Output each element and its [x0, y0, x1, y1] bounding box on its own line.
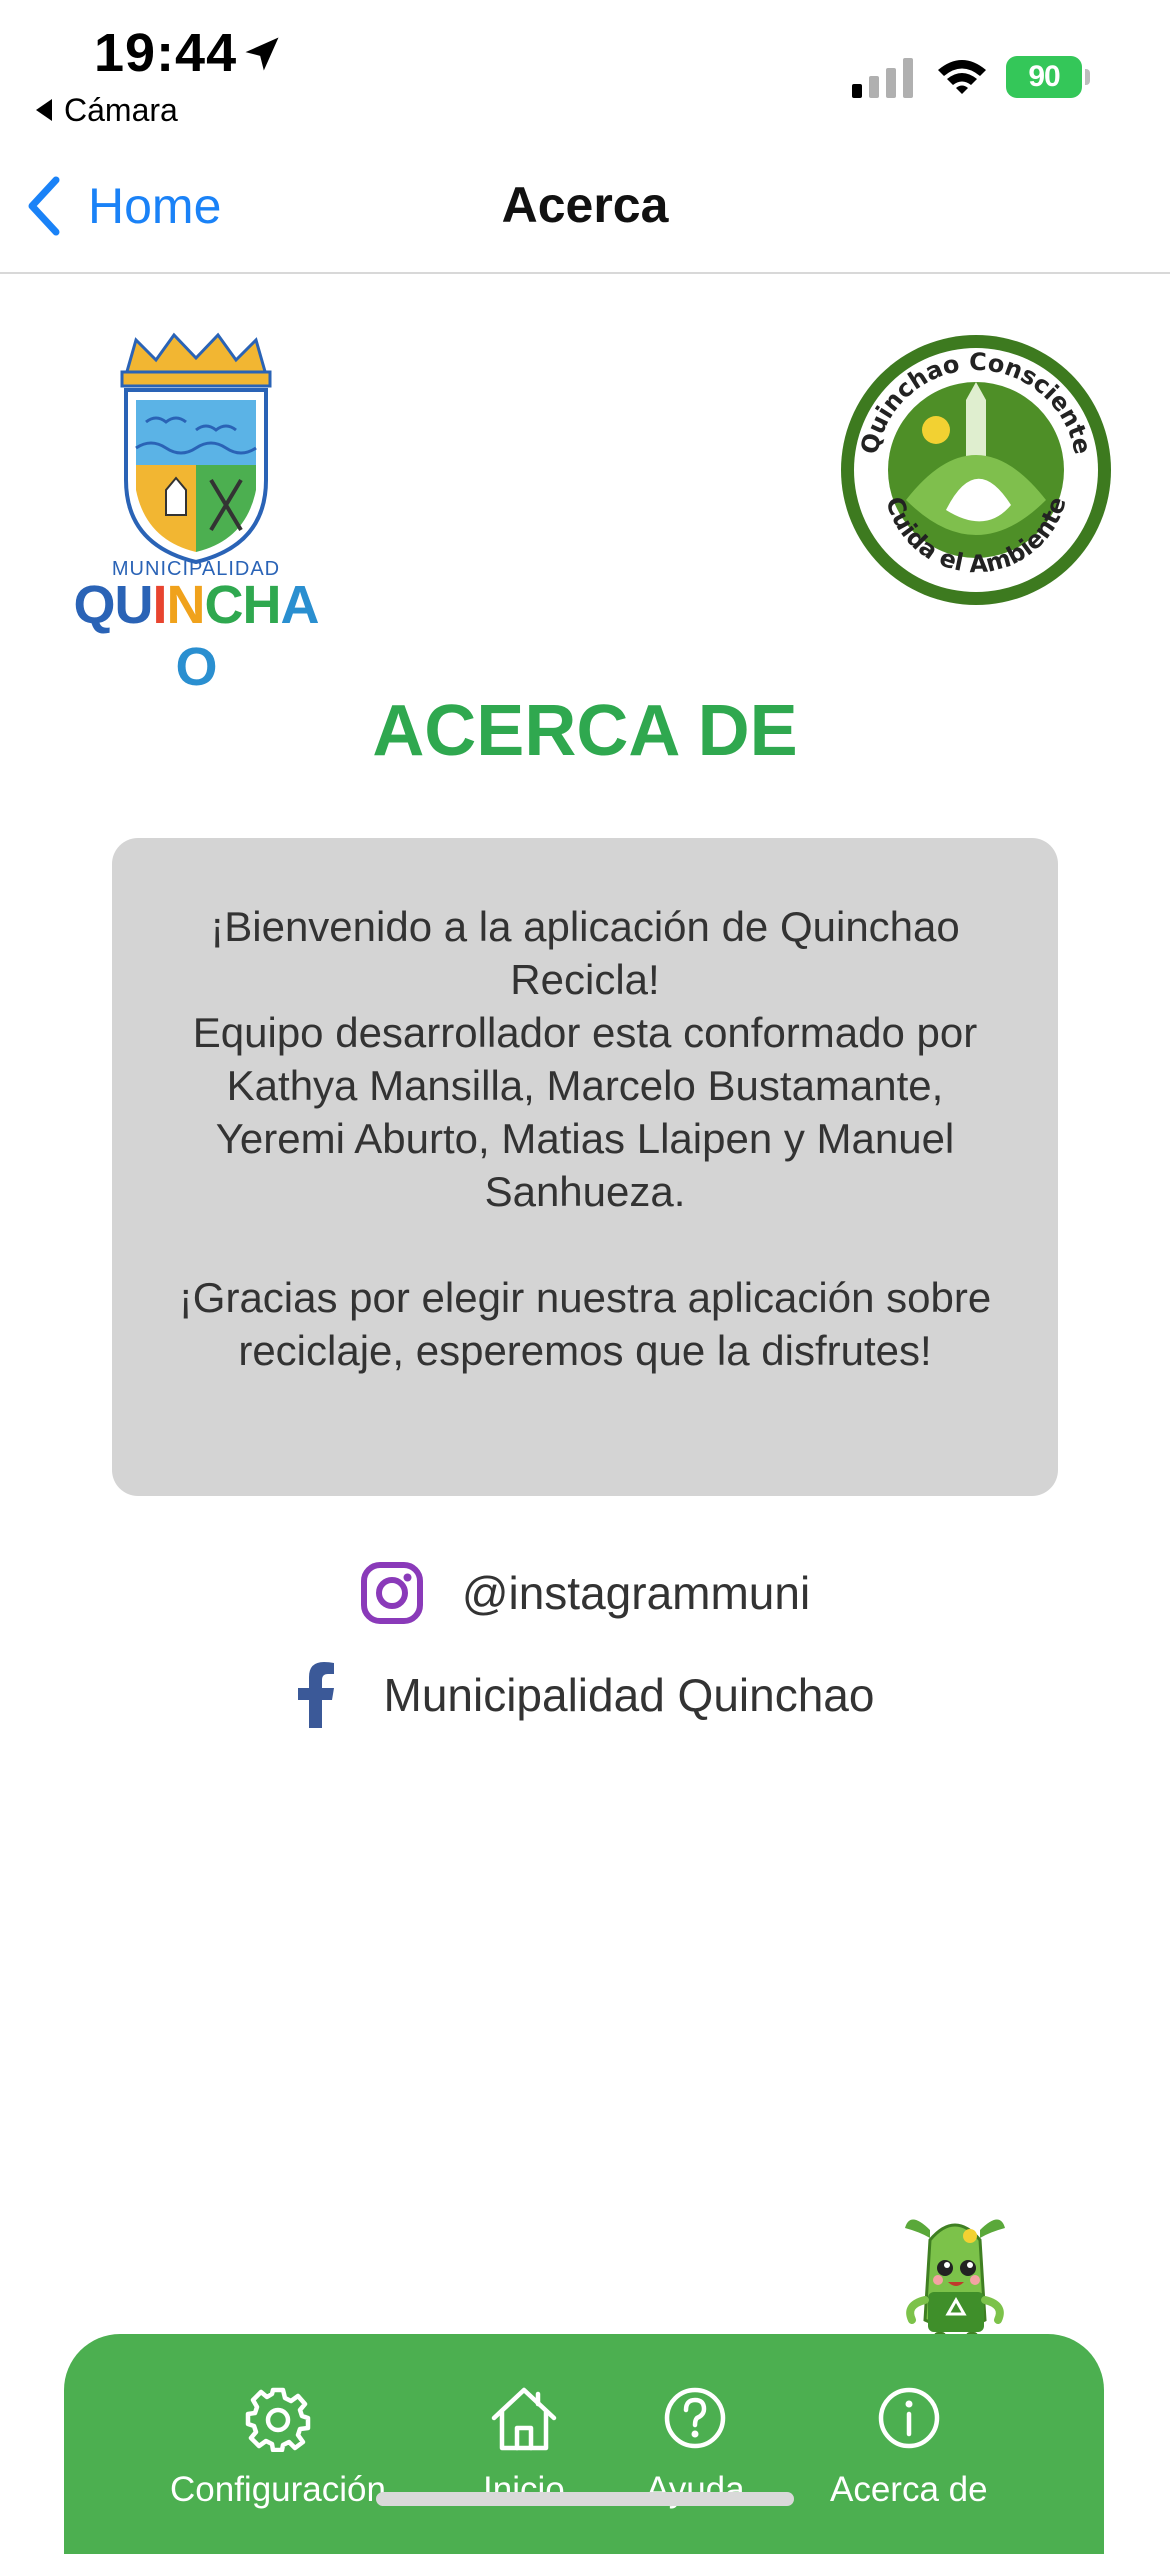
facebook-page-name[interactable]: Municipalidad Quinchao [384, 1668, 875, 1722]
tab-configuracion[interactable]: Configuración [170, 2384, 386, 2510]
bottom-tab-bar: Configuración Inicio Ayuda Acerca de [64, 2334, 1104, 2554]
status-time: 19:44 [94, 23, 238, 83]
municipality-name-letter: H [242, 575, 282, 635]
welcome-text: ¡Bienvenido a la aplicación de Quinchao … [210, 903, 960, 1003]
municipality-name-letter: N [166, 575, 206, 635]
location-arrow-icon [245, 37, 279, 71]
page-title: Acerca [501, 177, 669, 233]
navigation-bar: Home Acerca [0, 140, 1170, 274]
municipality-name-letter: A [280, 575, 320, 635]
info-icon [878, 2387, 940, 2449]
back-triangle-icon [36, 98, 52, 121]
tab-acerca-de-label: Acerca de [830, 2470, 988, 2509]
facebook-icon [297, 1662, 334, 1728]
municipality-name-letter: O [175, 637, 217, 697]
tab-acerca-de[interactable]: Acerca de [830, 2384, 988, 2510]
municipality-name-letter: Q [73, 575, 115, 635]
municipality-name-letter: I [152, 575, 168, 635]
municipality-name-logo: QUINCHA O [56, 574, 336, 698]
thanks-text: ¡Gracias por elegir nuestra aplicación s… [178, 1274, 992, 1374]
home-icon [491, 2387, 557, 2451]
battery-level: 90 [1006, 56, 1082, 98]
team-text: Equipo desarrollador esta conformado por… [192, 1009, 978, 1215]
battery-cap [1085, 69, 1090, 85]
cellular-signal-icon [852, 58, 913, 98]
municipality-name-letter: C [204, 575, 244, 635]
battery-indicator: 90 [1006, 56, 1090, 98]
about-info-card: ¡Bienvenido a la aplicación de Quinchao … [112, 838, 1058, 1496]
instagram-icon [360, 1562, 423, 1624]
quinchao-consciente-logo: Quinchao Consciente Cuida el Ambiente [841, 335, 1111, 605]
municipality-name-letter: U [114, 575, 154, 635]
status-bar: 19:44 Cámara 90 [0, 0, 1170, 140]
back-app-label: Cámara [64, 92, 178, 128]
wifi-icon [938, 60, 986, 94]
about-heading: ACERCA DE [372, 691, 798, 771]
help-icon [665, 2387, 726, 2449]
facebook-link[interactable]: Municipalidad Quinchao [0, 1660, 1170, 1730]
instagram-handle[interactable]: @instagrammuni [462, 1566, 810, 1620]
gear-icon [245, 2387, 311, 2452]
home-indicator[interactable] [376, 2492, 794, 2506]
tab-configuracion-label: Configuración [170, 2470, 386, 2509]
back-to-app-link[interactable]: Cámara [36, 92, 178, 129]
instagram-link[interactable]: @instagrammuni [0, 1558, 1170, 1628]
